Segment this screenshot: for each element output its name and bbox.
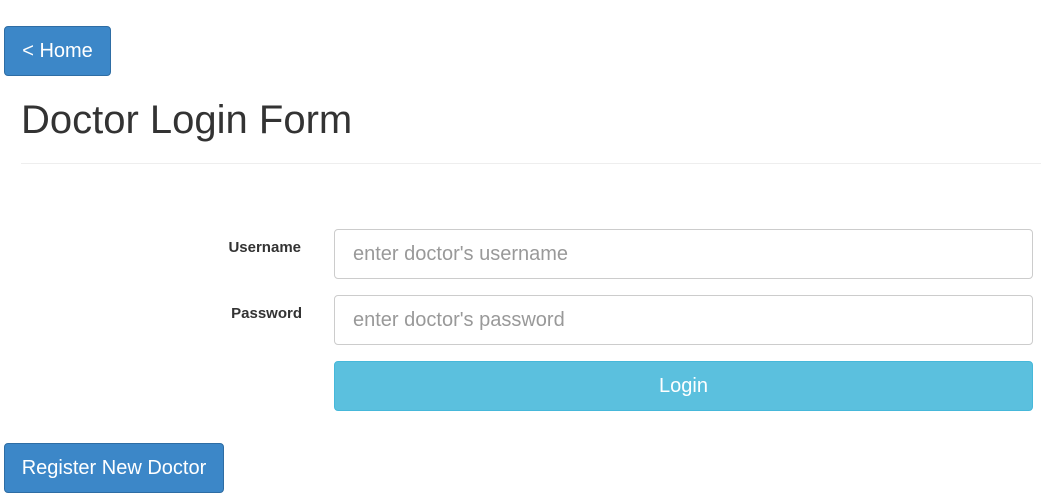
title-divider xyxy=(21,163,1041,164)
login-button[interactable]: Login xyxy=(334,361,1033,411)
password-label: Password xyxy=(231,305,302,322)
home-button[interactable]: < Home xyxy=(4,26,111,76)
username-label: Username xyxy=(228,239,301,256)
password-input[interactable] xyxy=(334,295,1033,345)
register-new-doctor-button[interactable]: Register New Doctor xyxy=(4,443,224,493)
page-title: Doctor Login Form xyxy=(21,98,353,142)
username-input[interactable] xyxy=(334,229,1033,279)
